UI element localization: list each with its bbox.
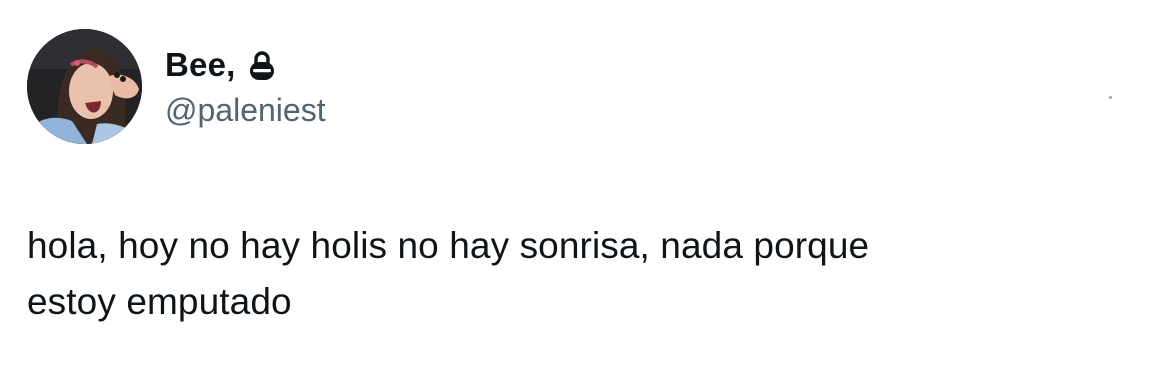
avatar[interactable] [27, 29, 142, 144]
author-name-row: Bee, [165, 42, 276, 88]
avatar-photo [27, 29, 142, 144]
more-options-icon[interactable] [1109, 96, 1112, 99]
lock-icon [248, 49, 276, 81]
tweet-card[interactable]: Bee, @paleniest hola, hoy no hay holis n… [0, 0, 1170, 378]
tweet-text: hola, hoy no hay holis no hay sonrisa, n… [27, 225, 870, 322]
user-handle[interactable]: @paleniest [165, 92, 326, 129]
display-name[interactable]: Bee, [165, 46, 236, 84]
